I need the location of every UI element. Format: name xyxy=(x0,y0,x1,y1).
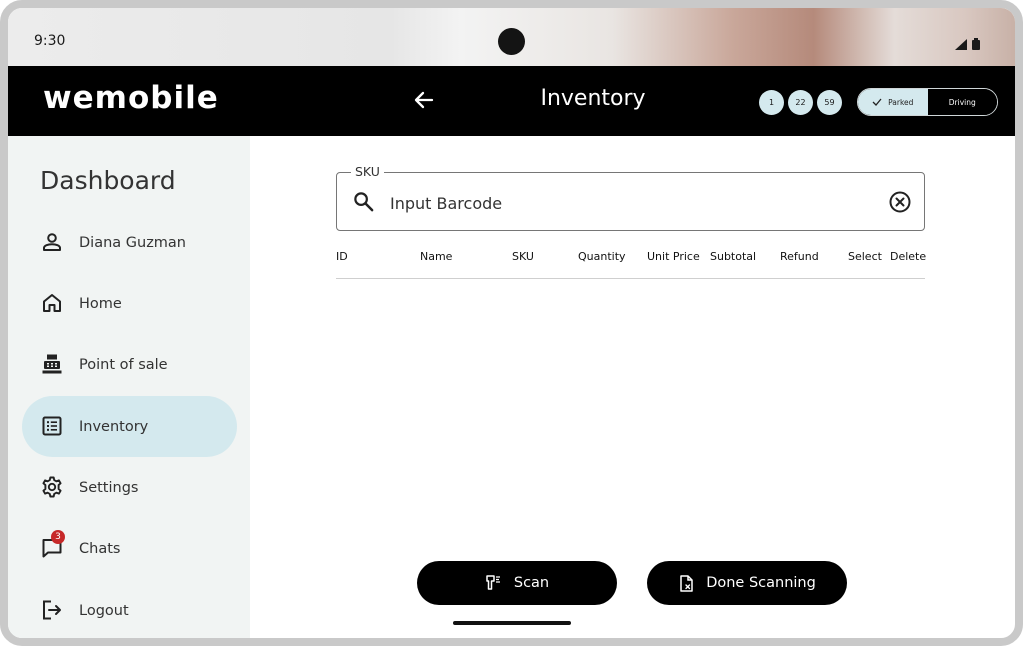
device-frame: 9:30 wemobile Inventory 1 22 59 Parked D… xyxy=(0,0,1023,646)
home-indicator[interactable] xyxy=(453,621,571,625)
barcode-input[interactable] xyxy=(388,187,862,219)
column-header-name[interactable]: Name xyxy=(420,250,452,263)
counter-badge[interactable]: 59 xyxy=(817,90,842,115)
gear-icon xyxy=(42,476,62,498)
clear-icon[interactable] xyxy=(888,190,912,214)
sidebar-item-label: Diana Guzman xyxy=(79,234,187,251)
sidebar: Dashboard Diana Guzman Home Point of sal… xyxy=(8,136,250,638)
sidebar-item-chats[interactable]: 3 Chats xyxy=(22,518,237,579)
column-header-refund[interactable]: Refund xyxy=(780,250,819,263)
sidebar-item-logout[interactable]: Logout xyxy=(22,580,237,638)
sku-field-label: SKU xyxy=(351,164,384,179)
toggle-option-parked[interactable]: Parked xyxy=(858,89,928,115)
toggle-label: Driving xyxy=(948,97,976,107)
status-bar: 9:30 xyxy=(8,8,1015,66)
signal-battery-icon xyxy=(955,38,980,50)
sidebar-item-profile[interactable]: Diana Guzman xyxy=(22,212,237,273)
cash-register-icon xyxy=(42,354,62,374)
column-header-select[interactable]: Select xyxy=(848,250,882,263)
counter-badge[interactable]: 22 xyxy=(788,90,813,115)
sidebar-item-point-of-sale[interactable]: Point of sale xyxy=(22,334,237,395)
done-scanning-label: Done Scanning xyxy=(706,575,816,591)
barcode-scanner-icon xyxy=(486,575,500,590)
app-logo: wemobile xyxy=(43,80,219,116)
person-icon xyxy=(43,233,61,251)
toggle-option-driving[interactable]: Driving xyxy=(927,89,997,115)
app-header: wemobile Inventory 1 22 59 Parked Drivin… xyxy=(8,66,1015,136)
done-scanning-button[interactable]: Done Scanning xyxy=(647,561,847,605)
scan-button-label: Scan xyxy=(513,575,550,591)
back-arrow-icon[interactable] xyxy=(410,86,438,114)
sidebar-item-home[interactable]: Home xyxy=(22,273,237,334)
camera-cutout xyxy=(498,28,525,55)
sidebar-item-label: Settings xyxy=(79,479,139,496)
column-header-unit-price[interactable]: Unit Price xyxy=(647,250,700,263)
sidebar-item-label: Logout xyxy=(79,602,129,619)
sidebar-item-label: Inventory xyxy=(79,418,149,435)
sidebar-item-inventory[interactable]: Inventory xyxy=(22,396,237,457)
list-icon xyxy=(42,416,62,436)
mode-toggle[interactable]: Parked Driving xyxy=(857,88,998,116)
sku-field[interactable]: SKU xyxy=(336,164,925,231)
page-title: Inventory xyxy=(540,86,646,111)
column-header-delete[interactable]: Delete xyxy=(890,250,926,263)
sidebar-item-label: Point of sale xyxy=(79,356,168,373)
sidebar-item-label: Chats xyxy=(79,540,121,557)
status-time: 9:30 xyxy=(34,33,66,49)
counter-badge[interactable]: 1 xyxy=(759,90,784,115)
column-header-subtotal[interactable]: Subtotal xyxy=(710,250,756,263)
search-icon xyxy=(354,192,374,212)
column-header-quantity[interactable]: Quantity xyxy=(578,250,626,263)
column-header-sku[interactable]: SKU xyxy=(512,250,534,263)
table-header: ID Name SKU Quantity Unit Price Subtotal… xyxy=(336,250,926,279)
home-icon xyxy=(43,294,61,312)
file-remove-icon xyxy=(680,574,693,592)
sidebar-title: Dashboard xyxy=(40,166,176,195)
toggle-label: Parked xyxy=(888,97,914,107)
sidebar-item-label: Home xyxy=(79,295,122,312)
column-header-id[interactable]: ID xyxy=(336,250,348,263)
chat-badge: 3 xyxy=(51,530,65,544)
check-icon xyxy=(872,98,882,106)
scan-button[interactable]: Scan xyxy=(417,561,617,605)
sidebar-item-settings[interactable]: Settings xyxy=(22,457,237,518)
logout-icon xyxy=(43,600,61,620)
